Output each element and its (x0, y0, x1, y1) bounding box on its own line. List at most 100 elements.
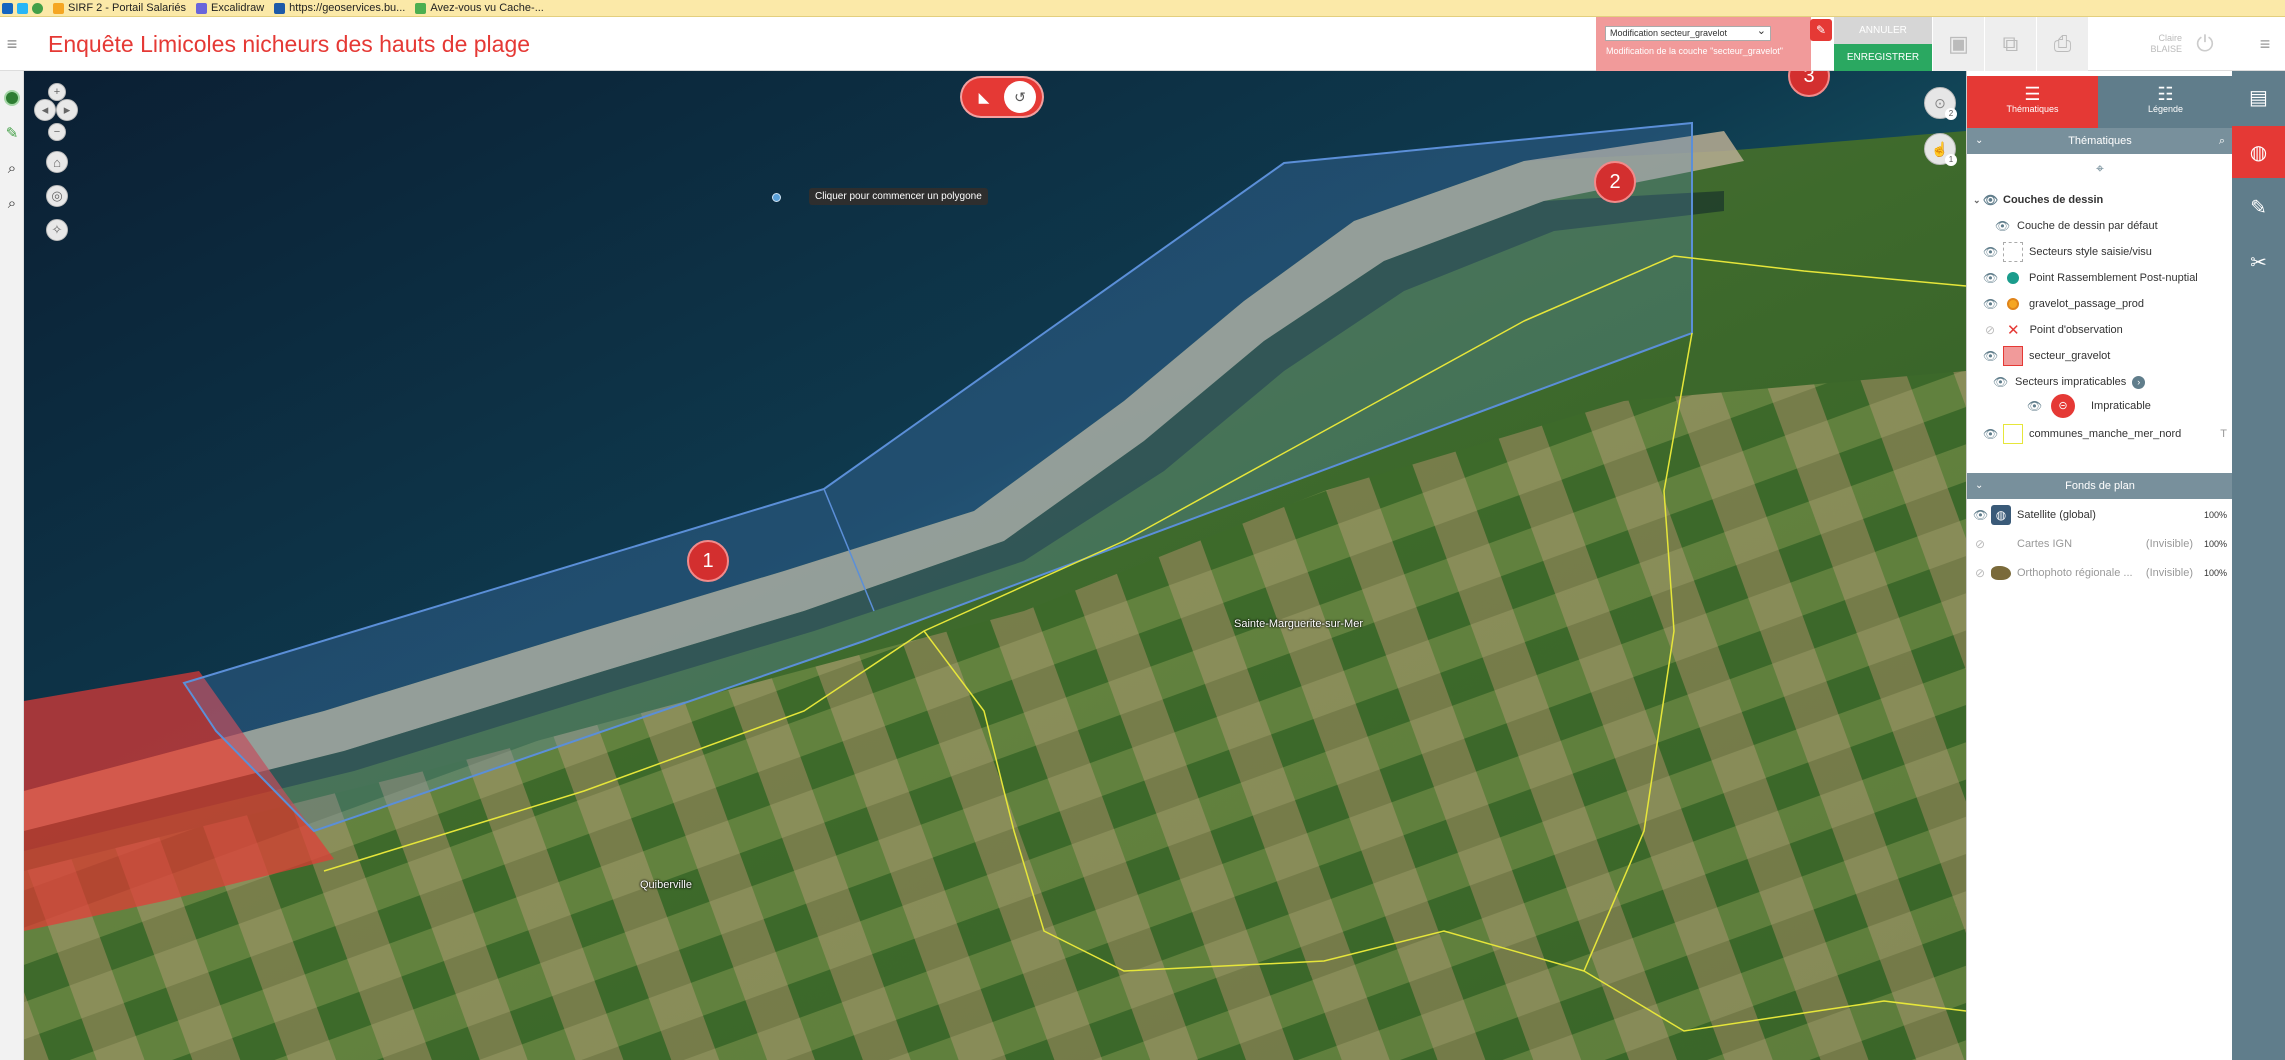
eye-icon[interactable]: 👁 (1983, 349, 1998, 363)
bookmark-icon (32, 2, 43, 14)
layer-gravelot-passage[interactable]: 👁 gravelot_passage_prod (1967, 293, 2233, 315)
edit-map-icon[interactable]: ✎ (2232, 181, 2285, 233)
chevron-down-icon: ⌄ (1973, 194, 1981, 205)
group-dessin[interactable]: ⌄ 👁 Couches de dessin (1967, 189, 2233, 211)
eye-icon[interactable]: 👁 (1983, 297, 1998, 311)
edit-mode-select[interactable]: Modification secteur_gravelot (1605, 24, 1771, 41)
chevron-down-icon: ⌄ (1975, 135, 1984, 146)
section-thematiques[interactable]: ⌄ Thématiques ⌕ (1967, 128, 2233, 154)
basemap-ign[interactable]: ⊘ Cartes IGN (Invisible) 100% (1967, 533, 2233, 555)
cancel-button[interactable]: ANNULER (1834, 17, 1932, 44)
layer-dessin-defaut[interactable]: 👁 Couche de dessin par défaut (1967, 215, 2233, 237)
bookmark-cache[interactable]: Avez-vous vu Cache-... (415, 2, 544, 14)
eye-icon[interactable]: 👁 (1983, 271, 1998, 285)
eye-slash-icon[interactable]: ⊘ (1973, 566, 1987, 580)
power-icon[interactable]: ⏻ (2190, 29, 2220, 59)
edit-panel: Modification secteur_gravelot Modificati… (1596, 17, 1811, 71)
teal-dot-icon (2007, 272, 2019, 284)
bookmark-geoservices[interactable]: https://geoservices.bu... (274, 2, 405, 14)
left-toolbar: ✎ ⌕ ⌕ (0, 71, 24, 1060)
bookmark-icon (415, 2, 427, 14)
save-button[interactable]: ENREGISTRER (1834, 44, 1932, 71)
globe-hand-icon[interactable]: ◍ (2232, 126, 2285, 178)
eye-slash-icon[interactable]: ⊘ (1983, 323, 1997, 337)
globe-icon: ◍ (1991, 505, 2011, 525)
layer-search-icon[interactable]: ⌖ (1967, 157, 2233, 179)
tab-thematiques[interactable]: ☰ Thématiques (1967, 76, 2098, 128)
bookmark-excalidraw[interactable]: Excalidraw (195, 2, 264, 14)
page-title: Enquête Limicoles nicheurs des hauts de … (48, 31, 531, 57)
drawing-toolbar: ◣ ↺ (962, 78, 1042, 116)
map-imagery (24, 71, 1966, 1060)
region-map-icon (1991, 566, 2011, 580)
basemap-satellite[interactable]: 👁 ◍ Satellite (global) 100% (1967, 504, 2233, 526)
place-label: Sainte-Marguerite-sur-Mer (1234, 618, 1363, 630)
user-name: Claire BLAISE (2150, 33, 2182, 54)
undo-icon[interactable]: ↺ (1004, 81, 1036, 113)
blank-icon (1991, 534, 2011, 554)
yellow-square-icon (2003, 424, 2023, 444)
eye-icon[interactable]: 👁 (1983, 427, 1998, 441)
info-query-icon[interactable]: ⊙ 2 (1924, 87, 1957, 120)
map-info-icon[interactable]: ▣ (1932, 17, 1984, 71)
map-layers-icon[interactable]: ▤ (2232, 71, 2285, 123)
group-secteurs-impraticables[interactable]: 👁 Secteurs impraticables › (1967, 371, 2233, 393)
layer-point-rassemblement[interactable]: 👁 Point Rassemblement Post-nuptial (1967, 267, 2233, 289)
eye-icon[interactable]: 👁 (2027, 399, 2042, 413)
marker-1: 1 (687, 540, 729, 582)
right-toolbar: ▤ ◍ ✎ ✂ (2232, 71, 2285, 1060)
layers-edit-icon[interactable]: ⧉ (1984, 17, 2036, 71)
home-icon[interactable]: ⌂ (46, 151, 68, 173)
dashed-square-icon (2003, 242, 2023, 262)
cross-icon: ✕ (2007, 322, 2020, 339)
basemap-orthophoto[interactable]: ⊘ Orthophoto régionale ... (Invisible) 1… (1967, 562, 2233, 584)
zoom-out-button[interactable]: − (48, 123, 66, 141)
layer-point-observation[interactable]: ⊘ ✕ Point d'observation (1967, 319, 2233, 341)
list-icon: ☰ (2024, 84, 2041, 104)
print-icon[interactable]: ⎙ (2036, 17, 2088, 71)
map-canvas[interactable]: + ◂ ▸ − ⌂ ◎ ✧ ◣ ↺ Cliquer pour commencer… (24, 71, 1966, 1060)
select-icon[interactable]: ☝ 1 (1924, 133, 1957, 166)
pan-right-icon[interactable]: ▸ (56, 99, 78, 121)
draw-tooltip: Cliquer pour commencer un polygone (809, 188, 988, 205)
chevron-down-icon: ⌄ (1975, 480, 1984, 491)
eye-icon[interactable]: 👁 (1983, 193, 1998, 207)
section-fonds-de-plan[interactable]: ⌄ Fonds de plan (1967, 473, 2233, 499)
tab-legende[interactable]: ☷ Légende (2098, 76, 2233, 128)
orange-dot-icon (2007, 298, 2019, 310)
eye-slash-icon[interactable]: ⊘ (1973, 537, 1987, 551)
layer-secteur-gravelot[interactable]: 👁 secteur_gravelot (1967, 345, 2233, 367)
layer-communes[interactable]: 👁 communes_manche_mer_nord T (1967, 423, 2233, 445)
edit-layer-icon[interactable]: ✎ (1810, 19, 1832, 41)
eye-icon[interactable]: 👁 (1973, 508, 1988, 522)
gps-icon[interactable] (0, 85, 24, 111)
measure-icon[interactable]: ✧ (46, 219, 68, 241)
eye-icon[interactable]: 👁 (1993, 375, 2008, 389)
search-address-icon[interactable]: ⌕ (0, 190, 24, 216)
layer-secteurs-style[interactable]: 👁 Secteurs style saisie/visu (1967, 241, 2233, 263)
bookmark-icon (195, 2, 207, 14)
eye-icon[interactable]: 👁 (1983, 245, 1998, 259)
bookmark-icon (17, 2, 28, 14)
text-icon[interactable]: T (2220, 428, 2227, 440)
zoom-in-button[interactable]: + (48, 83, 66, 101)
marker-2: 2 (1594, 161, 1636, 203)
bookmark-sirf[interactable]: SIRF 2 - Portail Salariés (53, 2, 186, 14)
locate-icon[interactable]: ◎ (46, 185, 68, 207)
search-icon[interactable]: ⌕ (2219, 128, 2225, 154)
map-tools-icon[interactable]: ✂ (2232, 236, 2285, 288)
bookmark-icons[interactable] (2, 2, 43, 14)
draw-polygon-icon[interactable]: ◣ (968, 81, 1000, 113)
badge: 1 (1945, 154, 1957, 166)
place-label: Quiberville (640, 879, 692, 891)
pencil-icon[interactable]: ✎ (0, 120, 24, 146)
eye-icon[interactable]: 👁 (1995, 219, 2010, 233)
cursor-vertex (772, 193, 781, 202)
search-icon[interactable]: ⌕ (0, 155, 24, 181)
legend-icon: ☷ (2157, 84, 2174, 104)
chevron-right-icon[interactable]: › (2132, 375, 2146, 389)
menu-icon[interactable]: ≡ (0, 17, 24, 71)
layer-impraticable[interactable]: 👁 ⊝ Impraticable (1967, 394, 2233, 418)
menu-right-icon[interactable]: ≡ (2245, 17, 2285, 71)
pan-left-icon[interactable]: ◂ (34, 99, 56, 121)
